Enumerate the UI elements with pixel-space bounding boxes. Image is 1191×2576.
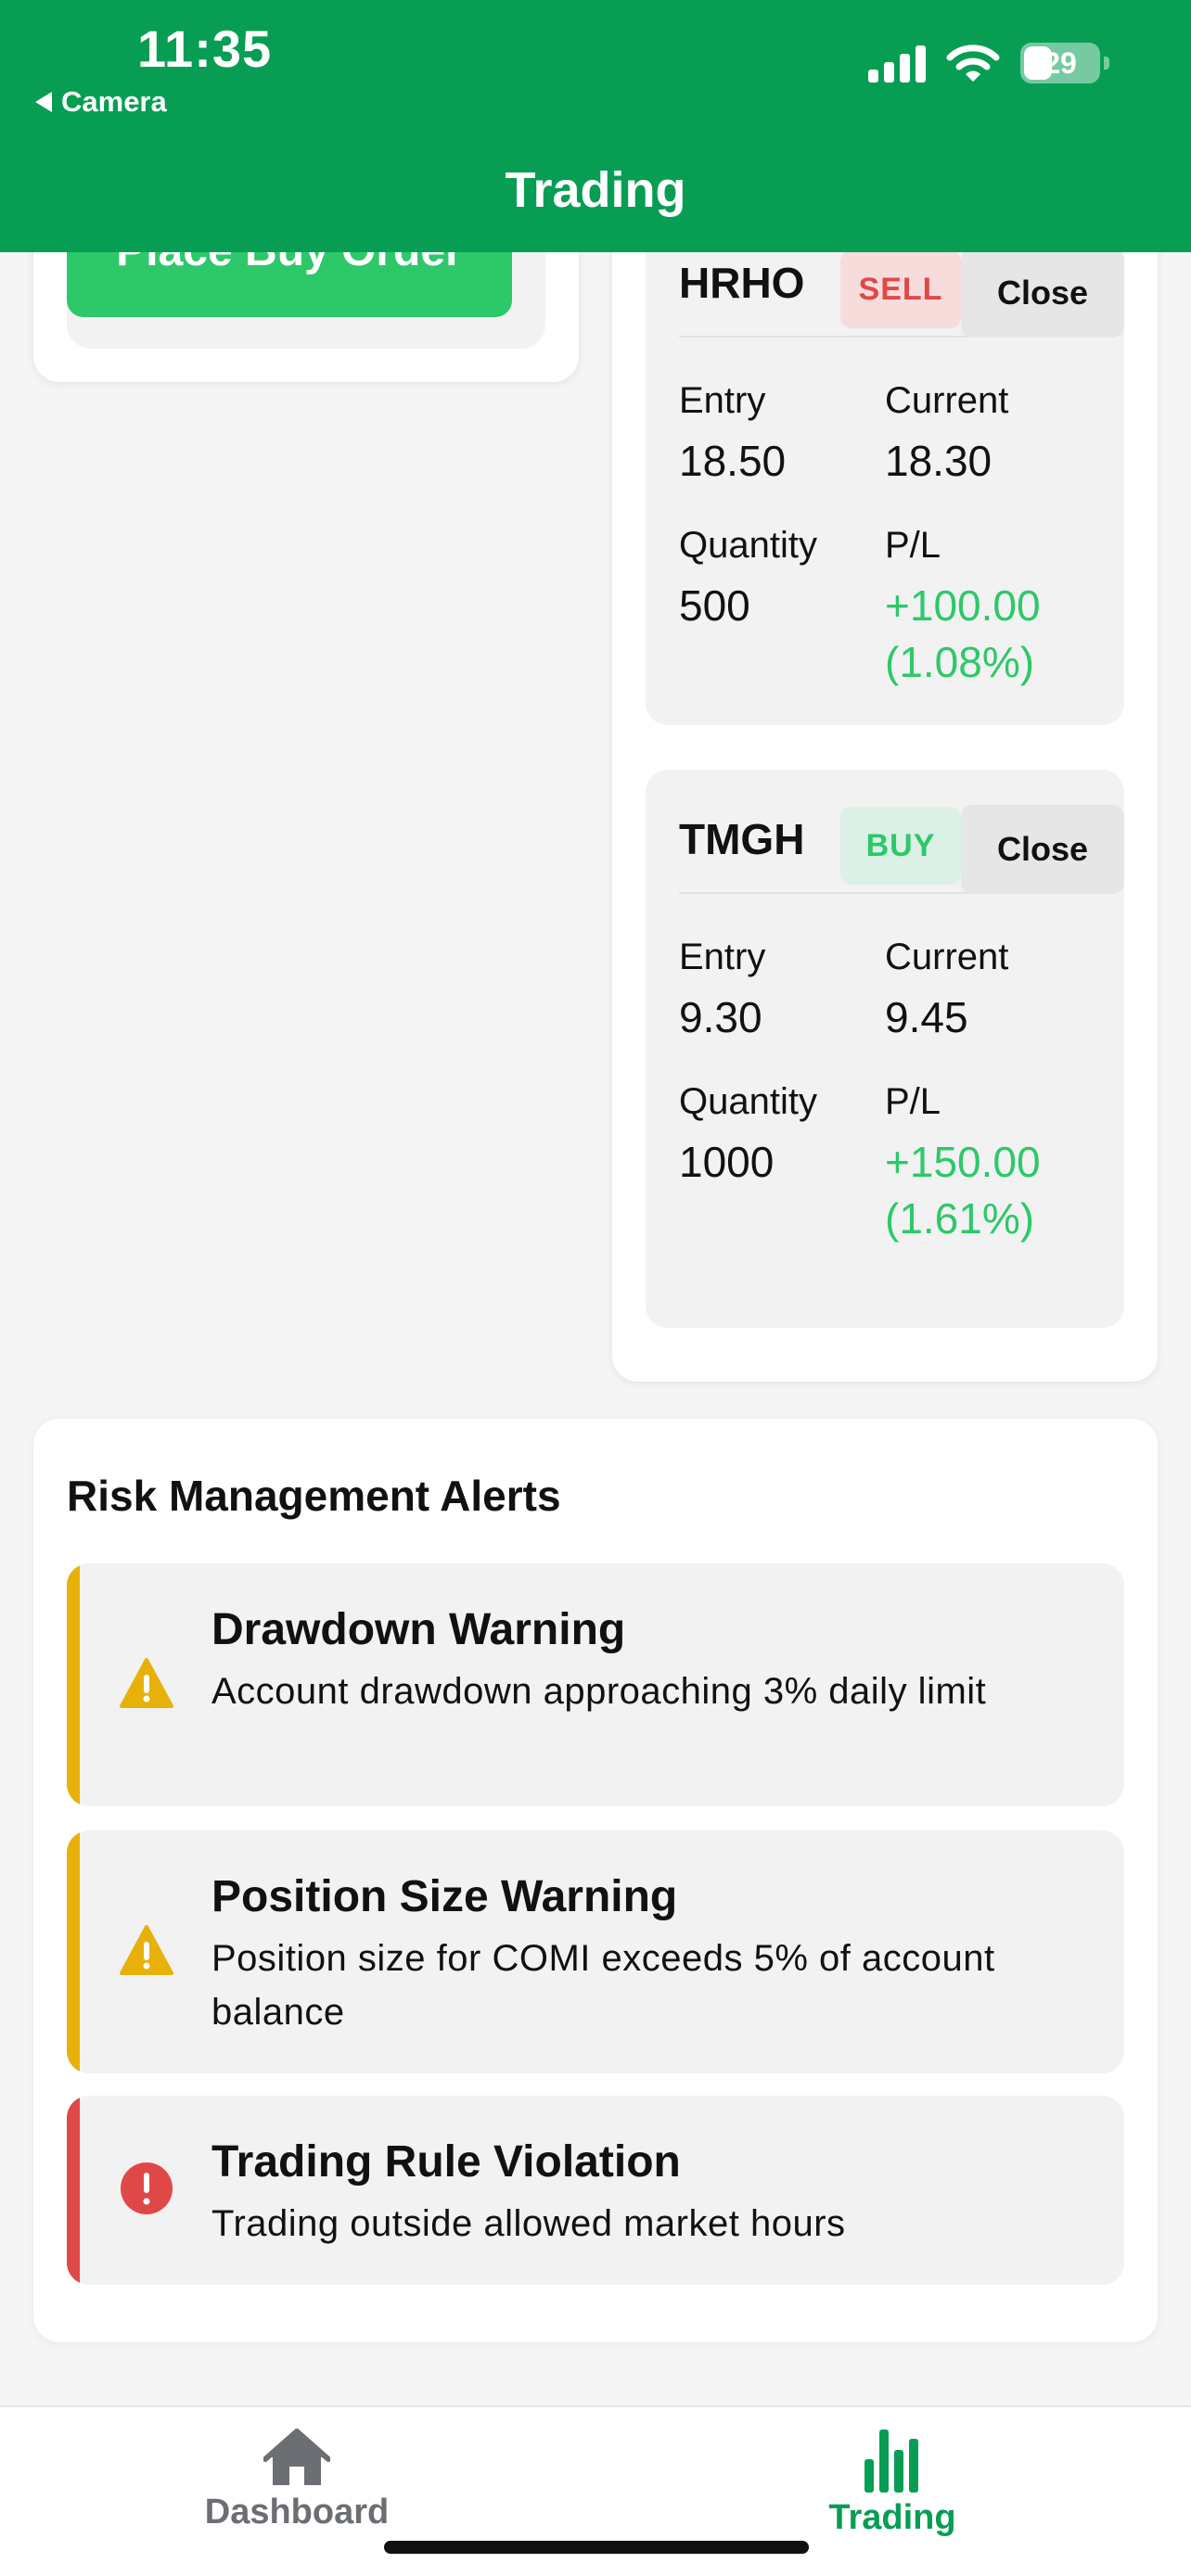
home-indicator (384, 2541, 809, 2554)
warning-triangle-icon (120, 1925, 173, 1975)
app-header: 11:35 Camera 29 Trading (0, 0, 1191, 252)
home-icon (263, 2429, 330, 2485)
quantity-value: 1000 (679, 1138, 775, 1186)
back-app-label: Camera (61, 85, 167, 118)
alert-message: Position size for COMI exceeds 5% of acc… (211, 1938, 995, 2033)
entry-value: 9.30 (679, 993, 762, 1041)
alert-message: Account drawdown approaching 3% daily li… (211, 1671, 987, 1712)
current-value: 9.45 (885, 993, 968, 1041)
quantity-label: Quantity (679, 525, 817, 566)
close-position-button[interactable]: Close (961, 805, 1124, 894)
pl-label: P/L (885, 1081, 941, 1122)
error-circle-icon (121, 2162, 173, 2214)
cellular-signal-icon (868, 44, 926, 83)
position-symbol: HRHO (679, 259, 805, 307)
tab-dashboard-label: Dashboard (204, 2493, 390, 2531)
quantity-label: Quantity (679, 1081, 817, 1122)
alert-accent-bar (67, 1830, 80, 2073)
position-card: TMGH BUY Close Entry 9.30 Current 9.45 Q… (646, 770, 1124, 1328)
risk-alerts-title: Risk Management Alerts (67, 1472, 561, 1520)
battery-level: 29 (1044, 45, 1077, 80)
quantity-value: 500 (679, 581, 750, 630)
side-badge-buy: BUY (840, 807, 961, 885)
back-arrow-icon (35, 92, 52, 112)
alert-title: Trading Rule Violation (211, 2137, 681, 2187)
bar-chart-icon (864, 2429, 918, 2493)
position-card: HRHO SELL Close Entry 18.50 Current 18.3… (646, 213, 1124, 725)
current-value: 18.30 (885, 437, 992, 485)
alert-title: Drawdown Warning (211, 1605, 626, 1654)
alert-title: Position Size Warning (211, 1872, 678, 1921)
pl-percent: (1.08%) (885, 637, 1035, 686)
trading-screen: Place Buy Order HRHO SELL Close Entry 18… (0, 0, 1191, 2576)
position-header: TMGH BUY Close (679, 770, 1124, 894)
warning-triangle-icon (120, 1658, 173, 1708)
close-position-button[interactable]: Close (961, 249, 1124, 338)
alert-position-size-warning: Position Size Warning Position size for … (67, 1830, 1124, 2073)
alert-accent-bar (67, 2096, 80, 2285)
open-positions-card: HRHO SELL Close Entry 18.50 Current 18.3… (612, 185, 1158, 1382)
current-label: Current (885, 937, 1009, 977)
risk-alerts-card: Risk Management Alerts Drawdown Warning … (33, 1419, 1158, 2342)
status-time: 11:35 (137, 19, 273, 78)
page-title: Trading (505, 162, 686, 218)
current-label: Current (885, 380, 1009, 421)
alert-accent-bar (67, 1563, 80, 1806)
pl-label: P/L (885, 525, 941, 566)
entry-value: 18.50 (679, 437, 787, 485)
alert-message: Trading outside allowed market hours (211, 2203, 846, 2244)
entry-label: Entry (679, 937, 766, 977)
alert-drawdown-warning: Drawdown Warning Account drawdown approa… (67, 1563, 1124, 1806)
position-symbol: TMGH (679, 815, 805, 863)
back-to-app-link[interactable]: Camera (35, 85, 167, 119)
status-icons: 29 (868, 43, 1109, 83)
battery-icon: 29 (1020, 43, 1109, 83)
wifi-icon (946, 45, 1000, 82)
entry-label: Entry (679, 380, 766, 421)
tab-trading[interactable]: Trading (753, 2428, 1031, 2538)
tab-dashboard[interactable]: Dashboard (158, 2428, 436, 2532)
pl-value: +100.00 (885, 581, 1041, 630)
pl-value: +150.00 (885, 1138, 1041, 1186)
tab-trading-label: Trading (828, 2498, 956, 2537)
side-badge-sell: SELL (840, 250, 961, 328)
alert-trading-rule-violation: Trading Rule Violation Trading outside a… (67, 2096, 1124, 2285)
pl-percent: (1.61%) (885, 1193, 1035, 1243)
